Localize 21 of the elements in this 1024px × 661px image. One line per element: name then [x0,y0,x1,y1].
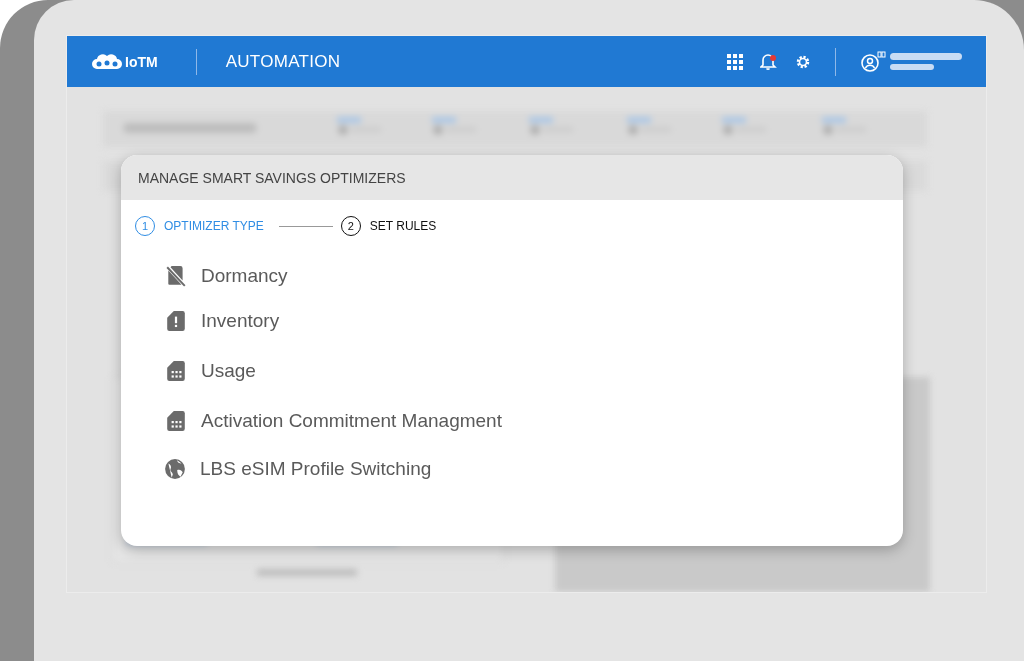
dialog-title: MANAGE SMART SAVINGS OPTIMIZERS [138,169,406,186]
sim-card-icon [165,410,187,432]
stepper-step[interactable]: 1 OPTIMIZER TYPE [135,216,264,236]
apps-grid-icon[interactable] [727,53,743,70]
settings-icon[interactable] [795,53,811,70]
optimizer-option[interactable]: Dormancy [165,256,903,296]
stepper-step[interactable]: 2 SET RULES [340,216,437,236]
cloud-logo-icon [91,53,123,70]
logo-text: IoTM [125,53,158,70]
page-title: AUTOMATION [225,51,341,72]
user-account-icon[interactable] [860,50,888,73]
optimizer-option[interactable]: Usage [165,346,903,396]
bell-icon[interactable] [760,52,778,71]
sim-card-off-icon [165,265,187,287]
sim-card-alert-icon [165,310,187,332]
globe-icon [164,458,186,480]
username-placeholder-drawing [890,51,962,72]
optimizer-option[interactable]: LBS eSIM Profile Switching [164,446,903,492]
optimizer-option[interactable]: Inventory [165,296,903,346]
sim-card-icon [165,360,187,382]
optimizer-option[interactable]: Activation Commitment Managment [165,396,903,446]
